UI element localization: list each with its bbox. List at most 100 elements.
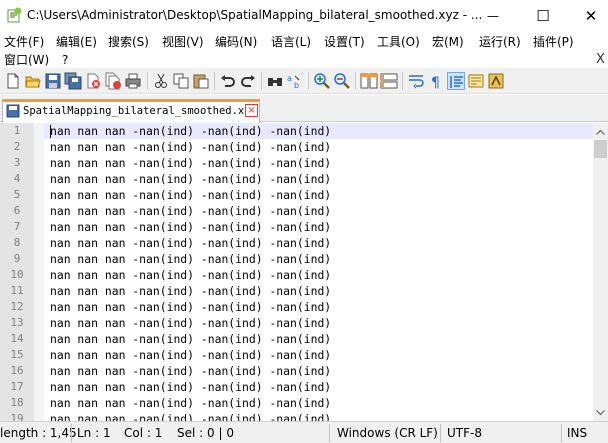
save-all-icon[interactable] [64, 72, 82, 90]
toolbar-separator [214, 72, 215, 90]
text-line[interactable]: nan nan nan -nan(ind) -nan(ind) -nan(ind… [44, 363, 593, 379]
text-line[interactable]: nan nan nan -nan(ind) -nan(ind) -nan(ind… [44, 347, 593, 363]
toolbar-separator [355, 72, 356, 90]
menu-file[interactable]: 文件(F) [4, 34, 44, 50]
text-line[interactable]: nan nan nan -nan(ind) -nan(ind) -nan(ind… [44, 283, 593, 299]
close-window-button[interactable]: ✕ [568, 0, 608, 31]
close-all-icon[interactable] [104, 72, 122, 90]
menu-run[interactable]: 运行(R) [479, 34, 521, 50]
line-number: 19 [10, 412, 24, 421]
fold-margin [34, 123, 44, 421]
status-column: Col : 1 [124, 426, 163, 440]
line-number: 10 [10, 268, 24, 281]
text-area[interactable]: nan nan nan -nan(ind) -nan(ind) -nan(ind… [44, 123, 593, 421]
tab-close-button[interactable]: × [245, 104, 258, 117]
menu-edit[interactable]: 编辑(E) [56, 34, 97, 50]
toolbar-separator [402, 72, 403, 90]
maximize-button[interactable]: ☐ [520, 0, 566, 31]
close-file-icon[interactable] [84, 72, 102, 90]
toolbar-separator [308, 72, 309, 90]
minimize-button[interactable]: — [470, 0, 516, 31]
undo-icon[interactable] [219, 72, 237, 90]
line-text: nan nan nan -nan(ind) -nan(ind) -nan(ind… [50, 204, 332, 218]
function-list-icon[interactable] [487, 72, 505, 90]
scroll-up-button[interactable] [593, 123, 608, 140]
menu-macro[interactable]: 宏(M) [432, 34, 464, 50]
word-wrap-icon[interactable] [407, 72, 425, 90]
text-line[interactable]: nan nan nan -nan(ind) -nan(ind) -nan(ind… [44, 251, 593, 267]
menu-tools[interactable]: 工具(O) [377, 34, 420, 50]
menu-help[interactable]: ? [62, 52, 68, 68]
line-number: 16 [10, 364, 24, 377]
copy-icon[interactable] [172, 72, 190, 90]
zoom-in-icon[interactable] [313, 72, 331, 90]
text-line[interactable]: nan nan nan -nan(ind) -nan(ind) -nan(ind… [44, 315, 593, 331]
menu-window[interactable]: 窗口(W) [4, 52, 49, 68]
menu-settings[interactable]: 设置(T) [324, 34, 365, 50]
open-file-icon[interactable] [24, 72, 42, 90]
menu-plugins[interactable]: 插件(P) [533, 34, 574, 50]
status-length: length : 1,45 [0, 426, 77, 440]
paste-icon[interactable] [192, 72, 210, 90]
notepad-plus-plus-icon [6, 7, 22, 23]
line-text: nan nan nan -nan(ind) -nan(ind) -nan(ind… [50, 412, 332, 421]
text-line[interactable]: nan nan nan -nan(ind) -nan(ind) -nan(ind… [44, 155, 593, 171]
text-line[interactable]: nan nan nan -nan(ind) -nan(ind) -nan(ind… [44, 379, 593, 395]
menu-encoding[interactable]: 编码(N) [215, 34, 257, 50]
line-number: 1 [13, 124, 21, 137]
status-insert-mode[interactable]: INS [567, 426, 587, 440]
line-number: 3 [13, 156, 21, 169]
text-line[interactable]: nan nan nan -nan(ind) -nan(ind) -nan(ind… [44, 171, 593, 187]
line-text: nan nan nan -nan(ind) -nan(ind) -nan(ind… [50, 156, 332, 170]
status-bar: length : 1,45 Ln : 1 Col : 1 Sel : 0 | 0… [0, 421, 608, 443]
scrollbar-thumb[interactable] [594, 140, 607, 158]
text-line[interactable]: nan nan nan -nan(ind) -nan(ind) -nan(ind… [44, 235, 593, 251]
toolbar-separator [261, 72, 262, 90]
text-line[interactable]: nan nan nan -nan(ind) -nan(ind) -nan(ind… [44, 219, 593, 235]
text-line[interactable]: nan nan nan -nan(ind) -nan(ind) -nan(ind… [44, 411, 593, 421]
show-all-chars-icon[interactable]: ¶ [427, 72, 445, 90]
text-line[interactable]: nan nan nan -nan(ind) -nan(ind) -nan(ind… [44, 139, 593, 155]
line-number: 17 [10, 380, 24, 393]
redo-icon[interactable] [239, 72, 257, 90]
find-icon[interactable] [266, 72, 284, 90]
cut-icon[interactable] [152, 72, 170, 90]
menu-view[interactable]: 视图(V) [162, 34, 204, 50]
tab-label: SpatialMapping_bilateral_smoothed.xyz [23, 105, 257, 117]
line-text: nan nan nan -nan(ind) -nan(ind) -nan(ind… [50, 380, 332, 394]
new-file-icon[interactable] [4, 72, 22, 90]
text-line[interactable]: nan nan nan -nan(ind) -nan(ind) -nan(ind… [44, 299, 593, 315]
window-title: C:\Users\Administrator\Desktop\SpatialMa… [27, 8, 483, 22]
status-eol-format[interactable]: Windows (CR LF) [337, 426, 438, 440]
text-line[interactable]: nan nan nan -nan(ind) -nan(ind) -nan(ind… [44, 331, 593, 347]
replace-icon[interactable]: ab [286, 72, 304, 90]
print-icon[interactable] [124, 72, 142, 90]
text-line[interactable]: nan nan nan -nan(ind) -nan(ind) -nan(ind… [44, 267, 593, 283]
text-line[interactable]: nan nan nan -nan(ind) -nan(ind) -nan(ind… [44, 187, 593, 203]
menu-language[interactable]: 语言(L) [271, 34, 311, 50]
status-encoding[interactable]: UTF-8 [447, 426, 482, 440]
line-number: 4 [13, 172, 21, 185]
line-number: 14 [10, 332, 24, 345]
svg-text:¶: ¶ [431, 75, 440, 90]
sync-vertical-icon[interactable] [360, 72, 378, 90]
text-editor[interactable]: 1 2 3 4 5 6 7 8 9 10 11 12 13 14 15 16 17 18 19 nan nan na… [0, 123, 608, 421]
menu-search[interactable]: 搜索(S) [108, 34, 149, 50]
vertical-scrollbar[interactable] [593, 123, 608, 421]
sync-horizontal-icon[interactable] [380, 72, 398, 90]
line-text: nan nan nan -nan(ind) -nan(ind) -nan(ind… [50, 364, 332, 378]
status-separator [440, 424, 441, 442]
text-line[interactable]: nan nan nan -nan(ind) -nan(ind) -nan(ind… [44, 395, 593, 411]
tab-document[interactable]: SpatialMapping_bilateral_smoothed.xyz × [2, 99, 260, 123]
indent-guide-icon[interactable] [447, 72, 465, 90]
document-map-icon[interactable] [467, 72, 485, 90]
zoom-out-icon[interactable] [333, 72, 351, 90]
close-document-button[interactable]: X [596, 52, 605, 67]
scroll-down-button[interactable] [593, 404, 608, 421]
line-text: nan nan nan -nan(ind) -nan(ind) -nan(ind… [50, 172, 332, 186]
line-text: nan nan nan -nan(ind) -nan(ind) -nan(ind… [50, 316, 332, 330]
current-line[interactable]: nan nan nan -nan(ind) -nan(ind) -nan(ind… [44, 123, 593, 139]
save-icon[interactable] [44, 72, 62, 90]
text-line[interactable]: nan nan nan -nan(ind) -nan(ind) -nan(ind… [44, 203, 593, 219]
tab-bar: SpatialMapping_bilateral_smoothed.xyz × [0, 95, 608, 123]
